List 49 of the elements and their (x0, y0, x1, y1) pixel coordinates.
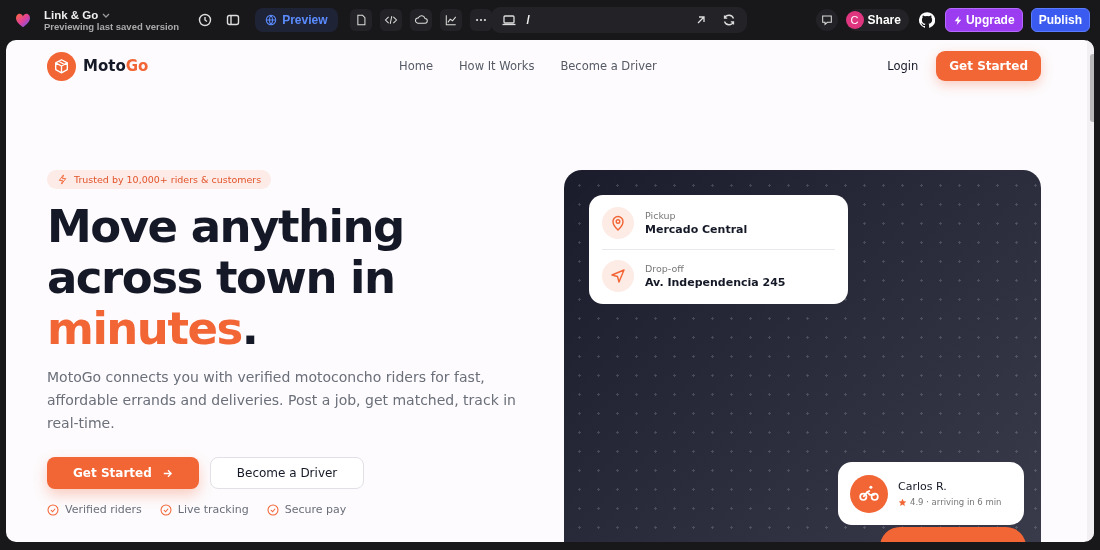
project-subtitle: Previewing last saved version (44, 20, 180, 32)
lightning-icon (57, 174, 68, 185)
lightning-icon (952, 14, 963, 26)
star-icon (898, 497, 907, 507)
nav-link[interactable]: Become a Driver (560, 59, 657, 73)
code-icon[interactable] (379, 9, 402, 31)
feature-text: Verified riders (65, 503, 142, 516)
login-link[interactable]: Login (887, 59, 919, 73)
check-circle-icon (159, 503, 172, 516)
cloud-icon[interactable] (409, 9, 432, 31)
nav-link[interactable]: Home (399, 59, 433, 73)
github-icon[interactable] (918, 12, 935, 28)
hero-description: MotoGo connects you with verified motoconcho riders for fast, affordable errands and deliveries. Post a job, get matched, track in real-time. (47, 368, 517, 433)
globe-icon (265, 14, 278, 26)
more-icon[interactable] (469, 9, 492, 31)
comment-icon[interactable] (815, 9, 838, 31)
box-logo-icon[interactable] (47, 51, 76, 81)
stop-label: Drop-off (645, 263, 685, 274)
feature-text: Live tracking (177, 503, 249, 516)
arrow-right-icon (161, 467, 173, 479)
become-driver-button[interactable]: Become a Driver (209, 457, 365, 489)
heart-logo-icon (14, 11, 32, 29)
map-pin-icon (602, 207, 634, 239)
stop-label: Pickup (645, 210, 677, 221)
chart-icon[interactable] (439, 9, 462, 31)
feature-text: Secure pay (284, 503, 347, 516)
brand-name[interactable]: MotoGo (83, 57, 149, 75)
sidebar-icon[interactable] (225, 12, 242, 28)
bicycle-rider-icon (850, 474, 888, 513)
nav-link[interactable]: How It Works (458, 59, 535, 73)
file-icon[interactable] (349, 9, 372, 31)
rider-rating-eta: 4.9 · arriving in 6 min (910, 497, 1002, 507)
user-avatar[interactable]: C (845, 11, 864, 29)
publish-button[interactable]: Publish (1030, 8, 1090, 32)
stop-address: Mercado Central (645, 223, 748, 236)
rider-name: Carlos R. (898, 480, 948, 493)
badge-text: Trusted by 10,000+ riders & customers (74, 174, 262, 185)
check-circle-icon (47, 503, 59, 516)
preview-tab[interactable]: Preview (255, 8, 338, 32)
hero-headline: Move anything across town in minutes. (47, 201, 404, 354)
address-bar[interactable]: / (490, 7, 747, 33)
project-name[interactable]: Link & Go (44, 8, 99, 21)
stop-address: Av. Independencia 245 (645, 276, 786, 289)
history-icon[interactable] (197, 12, 214, 28)
laptop-icon[interactable] (500, 12, 517, 28)
share-button[interactable]: Share (863, 9, 909, 31)
url-path: / (526, 13, 530, 27)
upgrade-button[interactable]: Upgrade (944, 8, 1023, 32)
check-circle-icon (266, 503, 279, 516)
